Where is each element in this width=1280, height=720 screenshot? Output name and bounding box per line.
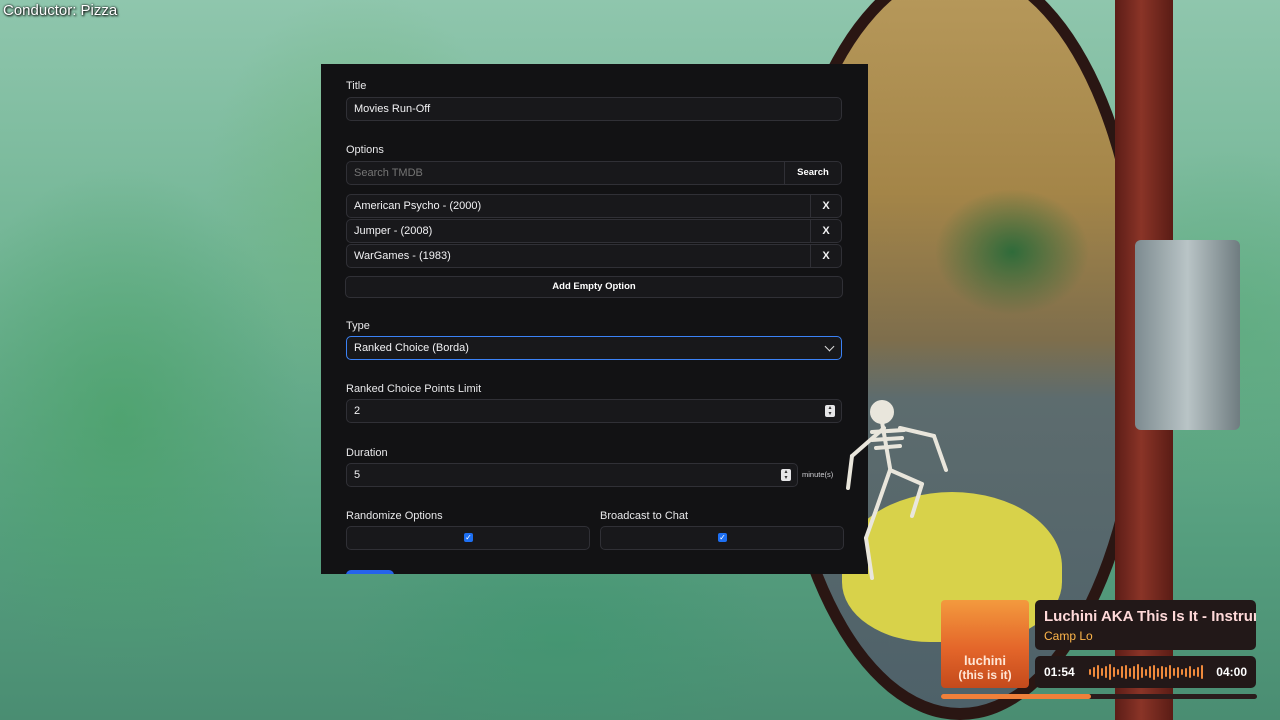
broadcast-checkbox[interactable]: ✓ bbox=[718, 533, 727, 542]
track-progress-bar bbox=[941, 694, 1257, 699]
album-art-title: luchini bbox=[964, 653, 1006, 668]
option-row: WarGames - (1983) X bbox=[346, 244, 842, 268]
total-time: 04:00 bbox=[1216, 665, 1247, 679]
elapsed-time: 01:54 bbox=[1044, 665, 1075, 679]
points-limit-input[interactable]: 2 ▴ ▾ bbox=[346, 399, 842, 423]
chevron-down-icon bbox=[824, 341, 835, 352]
options-label: Options bbox=[346, 144, 384, 156]
album-art-subtitle: (this is it) bbox=[958, 668, 1012, 682]
skeleton-sticker bbox=[846, 400, 948, 580]
remove-option-button[interactable]: X bbox=[810, 245, 841, 267]
track-title: Luchini AKA This Is It - Instrumental bbox=[1044, 608, 1256, 625]
option-input[interactable]: WarGames - (1983) bbox=[347, 245, 810, 267]
tmdb-search-bar: Search bbox=[346, 161, 842, 185]
broadcast-checkbox-field: ✓ bbox=[600, 526, 844, 550]
add-empty-option-button[interactable]: Add Empty Option bbox=[345, 276, 843, 298]
duration-unit: minute(s) bbox=[802, 470, 834, 479]
remove-option-button[interactable]: X bbox=[810, 195, 841, 217]
poll-form-panel: Title Movies Run-Off Options Search Amer… bbox=[321, 64, 868, 574]
remove-option-button[interactable]: X bbox=[810, 220, 841, 242]
conductor-label: Conductor: Pizza bbox=[3, 2, 118, 19]
option-input[interactable]: American Psycho - (2000) bbox=[347, 195, 810, 217]
type-label: Type bbox=[346, 320, 370, 332]
duration-value: 5 bbox=[354, 469, 361, 481]
mirror-bracket bbox=[1135, 240, 1240, 430]
randomize-label: Randomize Options bbox=[346, 510, 443, 522]
submit-button[interactable] bbox=[346, 570, 394, 574]
search-button[interactable]: Search bbox=[784, 162, 841, 184]
randomize-checkbox-field: ✓ bbox=[346, 526, 590, 550]
number-stepper-icon[interactable]: ▴ ▾ bbox=[781, 469, 791, 481]
duration-input[interactable]: 5 ▴ ▾ bbox=[346, 463, 798, 487]
number-stepper-icon[interactable]: ▴ ▾ bbox=[825, 405, 835, 417]
track-artist: Camp Lo bbox=[1044, 629, 1093, 643]
type-select[interactable]: Ranked Choice (Borda) bbox=[346, 336, 842, 360]
points-limit-value: 2 bbox=[354, 405, 361, 417]
option-row: Jumper - (2008) X bbox=[346, 219, 842, 243]
album-art: luchini (this is it) bbox=[941, 600, 1029, 688]
option-row: American Psycho - (2000) X bbox=[346, 194, 842, 218]
now-playing-time-box: 01:54 04:00 bbox=[1035, 656, 1256, 688]
now-playing-title-box: Luchini AKA This Is It - Instrumental Ca… bbox=[1035, 600, 1256, 650]
randomize-checkbox[interactable]: ✓ bbox=[464, 533, 473, 542]
option-input[interactable]: Jumper - (2008) bbox=[347, 220, 810, 242]
track-progress-fill bbox=[941, 694, 1092, 699]
broadcast-label: Broadcast to Chat bbox=[600, 510, 689, 522]
tmdb-search-input[interactable] bbox=[347, 162, 784, 184]
title-label: Title bbox=[346, 80, 367, 92]
waveform-icon bbox=[1089, 664, 1205, 680]
points-limit-label: Ranked Choice Points Limit bbox=[346, 383, 482, 395]
title-input[interactable]: Movies Run-Off bbox=[346, 97, 842, 121]
type-select-value: Ranked Choice (Borda) bbox=[354, 342, 469, 354]
duration-label: Duration bbox=[346, 447, 388, 459]
